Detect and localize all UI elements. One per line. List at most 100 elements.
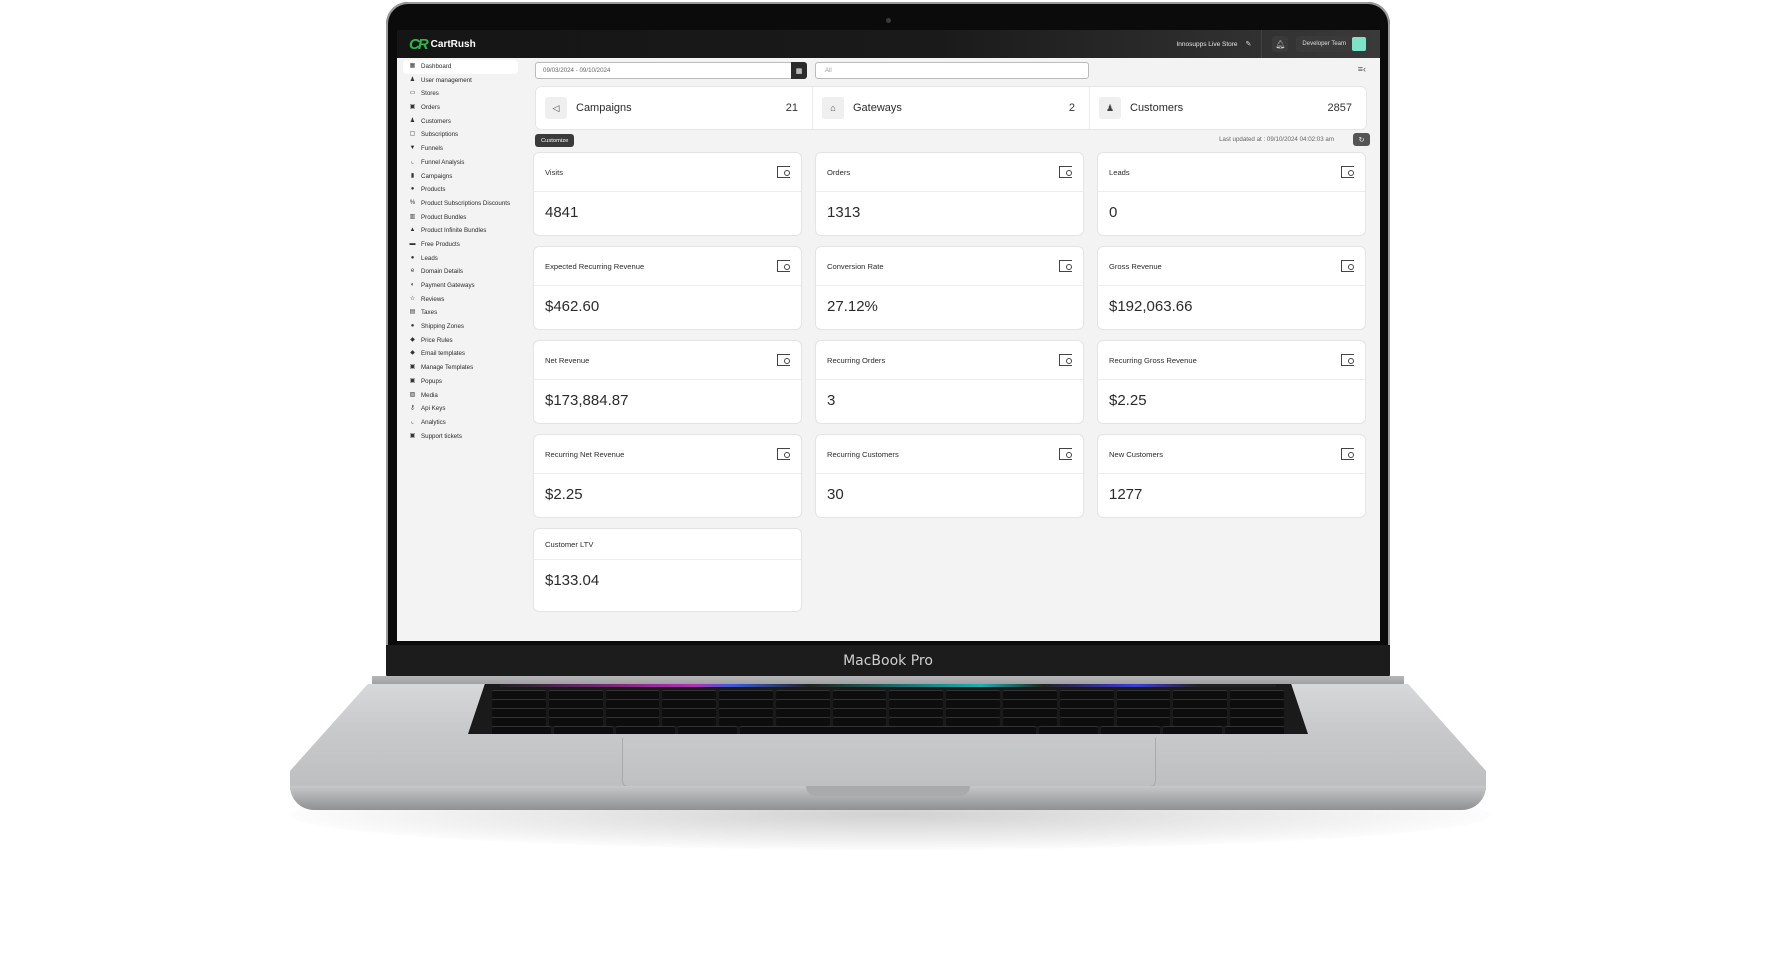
summary-campaigns[interactable]: ◁ Campaigns 21: [536, 87, 812, 129]
view-details-icon[interactable]: [777, 166, 790, 178]
summary-label: Gateways: [853, 102, 902, 114]
bell-icon: 🔔︎: [1275, 39, 1286, 49]
sidebar-item-icon: ▭: [409, 90, 416, 97]
key: [1173, 708, 1228, 717]
metric-value: $2.25: [1109, 392, 1147, 409]
logo[interactable]: CR CartRush: [409, 36, 476, 53]
metric-card-header: Orders: [816, 153, 1083, 192]
sidebar-item-label: Funnel Analysis: [421, 158, 465, 166]
metric-card-leads: Leads 0: [1097, 152, 1366, 236]
notifications-button[interactable]: 🔔︎: [1272, 36, 1289, 52]
metric-card-header: New Customers: [1098, 435, 1365, 474]
sidebar-item-label: Payment Gateways: [421, 282, 475, 289]
key-row: [468, 726, 1308, 734]
key: [832, 690, 887, 699]
key: [605, 717, 660, 726]
customize-button[interactable]: Customize: [535, 134, 575, 147]
sidebar-item-media[interactable]: ▨ Media: [403, 389, 518, 403]
key: [1116, 690, 1171, 699]
team-menu-button[interactable]: Developer Team: [1296, 36, 1366, 52]
view-details-icon[interactable]: [1341, 448, 1354, 460]
key: [1003, 708, 1057, 717]
metric-card-orders: Orders 1313: [815, 152, 1084, 236]
sidebar-item-shipping-zones[interactable]: ● Shipping Zones: [403, 320, 518, 334]
metric-title: Expected Recurring Revenue: [545, 261, 645, 271]
summary-count: 2: [1068, 102, 1075, 114]
store-select[interactable]: All: [815, 62, 1089, 79]
metric-title: Recurring Orders: [827, 355, 886, 365]
view-details-icon[interactable]: [1059, 448, 1072, 460]
key: [1100, 726, 1160, 734]
sidebar-item-taxes[interactable]: ▤ Taxes: [403, 306, 518, 320]
sidebar-item-leads[interactable]: ● Leads: [403, 252, 518, 266]
sidebar-item-label: Analytics: [421, 418, 446, 426]
sidebar-item-funnel-analysis[interactable]: ⌞ Funnel Analysis: [403, 156, 518, 170]
key: [492, 717, 546, 726]
sidebar-item-subscriptions[interactable]: ▢ Subscriptions: [403, 128, 518, 142]
sidebar-item-api-keys[interactable]: ⚷ Api Keys: [403, 402, 518, 416]
sidebar-item-customers[interactable]: ♟ Customers: [403, 115, 518, 129]
view-details-icon[interactable]: [1059, 354, 1072, 366]
sidebar-item-manage-templates[interactable]: ▣ Manage Templates: [403, 361, 518, 375]
collapse-menu-icon[interactable]: ≡‹: [1358, 64, 1366, 74]
sidebar-item-funnels[interactable]: ▼ Funnels: [403, 142, 518, 156]
sidebar-item-orders[interactable]: ▣ Orders: [403, 101, 518, 115]
calendar-button[interactable]: ▦: [791, 62, 807, 79]
sidebar-item-icon: ▲: [409, 227, 416, 234]
sidebar-item-price-rules[interactable]: ◆ Price Rules: [403, 334, 518, 348]
summary-gateways[interactable]: ⌂ Gateways 2: [812, 87, 1089, 129]
sidebar-item-user-management[interactable]: ♟ User management: [403, 74, 518, 88]
sidebar-item-label: Popups: [421, 377, 442, 385]
sidebar-item-product-bundles[interactable]: ▥ Product Bundles: [403, 211, 518, 225]
metric-title: Recurring Gross Revenue: [1109, 355, 1197, 365]
sidebar-item-popups[interactable]: ▣ Popups: [403, 375, 518, 389]
key: [1059, 690, 1114, 699]
sidebar-item-domain-details[interactable]: e Domain Details: [403, 265, 518, 279]
sidebar-item-analytics[interactable]: ⌞ Analytics: [403, 416, 518, 430]
megaphone-icon: ◁: [545, 97, 567, 119]
sidebar-item-product-infinite-bundles[interactable]: ▲ Product Infinite Bundles: [403, 224, 518, 238]
view-details-icon[interactable]: [1059, 260, 1072, 272]
sidebar-item-campaigns[interactable]: ▮ Campaigns: [403, 170, 518, 184]
sidebar-item-support-tickets[interactable]: ▣ Support tickets: [403, 430, 518, 444]
view-details-icon[interactable]: [1341, 166, 1354, 178]
sidebar-item-label: Shipping Zones: [421, 323, 464, 331]
summary-customers[interactable]: ♟ Customers 2857: [1089, 87, 1366, 129]
key: [605, 699, 660, 708]
sidebar-item-stores[interactable]: ▭ Stores: [403, 87, 518, 101]
sidebar-item-products[interactable]: ● Products: [403, 183, 518, 197]
sidebar-item-free-products[interactable]: ▬ Free Products: [403, 238, 518, 252]
store-select-value: All: [825, 67, 832, 74]
view-details-icon[interactable]: [1341, 354, 1354, 366]
metric-value: 1277: [1109, 486, 1143, 503]
sidebar-item-payment-gateways[interactable]: ◐ Payment Gateways: [403, 279, 518, 293]
sidebar-item-product-subscriptions-discounts[interactable]: % Product Subscriptions Discounts: [403, 197, 518, 211]
sidebar-item-email-templates[interactable]: ◆ Email templates: [403, 347, 518, 361]
sidebar-item-icon: ⚷: [410, 405, 415, 412]
sidebar-item-label: Price Rules: [421, 336, 453, 344]
view-details-icon[interactable]: [777, 448, 790, 460]
metric-card-header: Recurring Orders: [816, 341, 1083, 380]
view-details-icon[interactable]: [777, 260, 790, 272]
key: [775, 717, 830, 726]
store-name[interactable]: Innosupps Live Store: [1176, 41, 1237, 48]
sidebar-item-icon: ▣: [409, 104, 416, 111]
key: [775, 690, 830, 699]
view-details-icon[interactable]: [1341, 260, 1354, 272]
key: [719, 708, 773, 717]
sidebar-item-label: Products: [421, 186, 446, 194]
edit-store-icon[interactable]: ✎: [1246, 40, 1252, 48]
logo-mark: CR: [409, 35, 429, 53]
metric-card-recurring-net-revenue: Recurring Net Revenue $2.25: [533, 434, 802, 518]
last-updated: Last updated at : 09/10/2024 04:02:03 am: [1219, 136, 1334, 143]
view-details-icon[interactable]: [777, 354, 790, 366]
view-details-icon[interactable]: [1059, 166, 1072, 178]
sidebar-item-dashboard[interactable]: ▦ Dashboard: [403, 60, 518, 74]
sidebar-item-reviews[interactable]: ☆ Reviews: [403, 293, 518, 307]
date-range-input[interactable]: 09/03/2024 - 09/10/2024 ▦: [535, 62, 807, 79]
metric-card-new-customers: New Customers 1277: [1097, 434, 1366, 518]
metric-value: 3: [827, 392, 836, 409]
key: [1230, 699, 1284, 708]
refresh-button[interactable]: ↻: [1353, 133, 1370, 146]
key: [1173, 717, 1228, 726]
